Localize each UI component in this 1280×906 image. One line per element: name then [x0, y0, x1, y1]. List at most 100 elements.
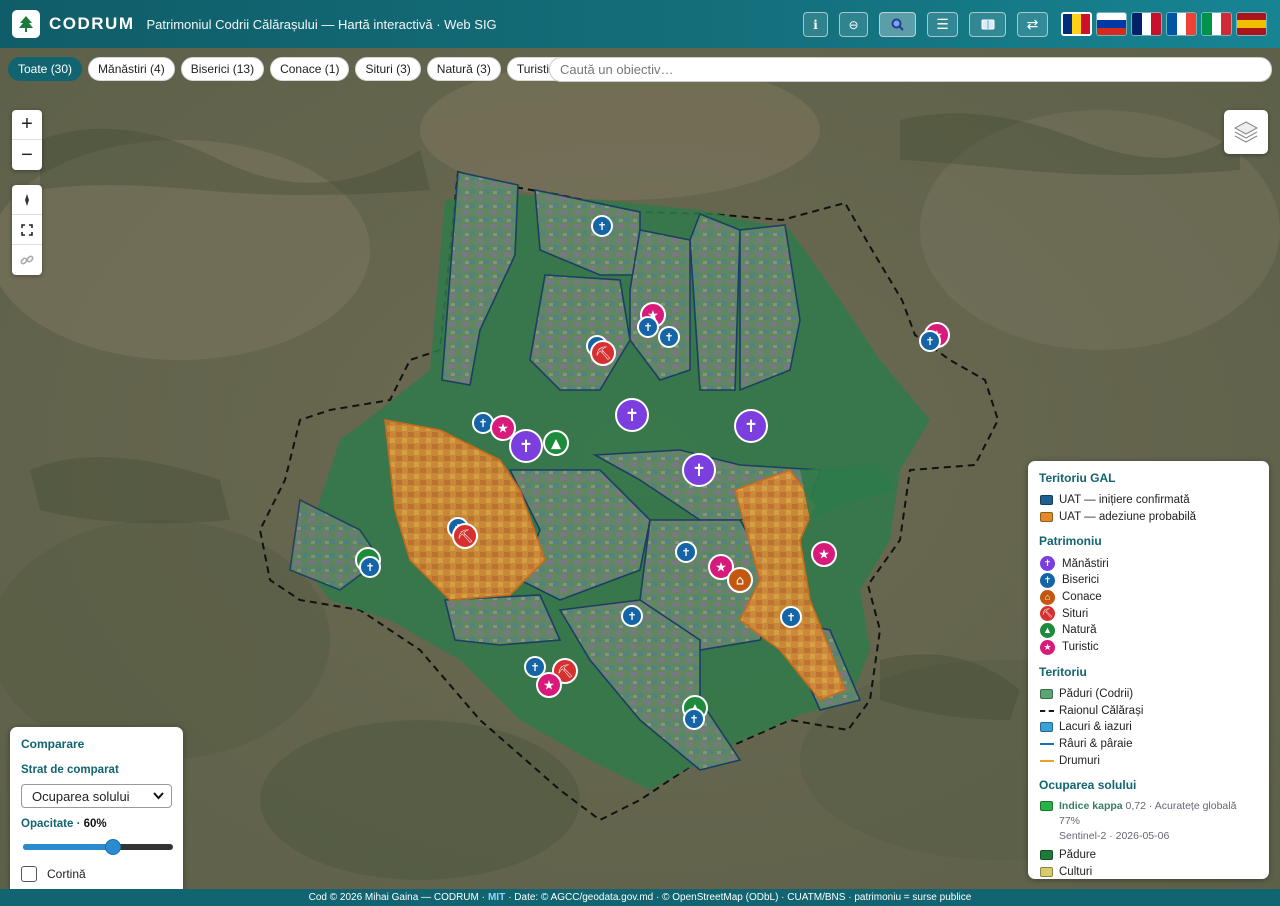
compare-layer-select[interactable]: Ocuparea solului: [21, 784, 172, 808]
svg-text:✝: ✝: [519, 437, 533, 457]
checkbox-box[interactable]: [21, 866, 37, 882]
flag-ru-icon[interactable]: [1096, 12, 1127, 36]
church-marker[interactable]: ✝: [637, 316, 659, 338]
legend-label: Lacuri & iazuri: [1059, 721, 1132, 734]
book-button[interactable]: [969, 12, 1006, 37]
svg-text:✝: ✝: [530, 661, 539, 674]
flag-it-icon[interactable]: [1201, 12, 1232, 36]
manor-marker[interactable]: ⌂: [727, 567, 753, 593]
monastery-marker[interactable]: ✝: [615, 398, 649, 432]
filter-chip[interactable]: Biserici (13): [180, 57, 265, 81]
layers-button[interactable]: [1224, 110, 1268, 154]
legend-label: Turistic: [1062, 641, 1099, 654]
compare-panel: Comparare Strat de comparat Ocuparea sol…: [10, 727, 183, 897]
menu-icon: ☰: [936, 16, 949, 32]
fullscreen-button[interactable]: [12, 215, 42, 245]
tourist-marker[interactable]: ★: [811, 541, 837, 567]
church-marker[interactable]: ✝: [591, 215, 613, 237]
opacity-slider[interactable]: [23, 838, 173, 856]
slider-handle[interactable]: [105, 839, 121, 855]
legend-label: UAT — inițiere confirmată: [1059, 494, 1190, 507]
svg-text:▲: ▲: [551, 437, 561, 452]
site-marker[interactable]: ⛏: [452, 523, 478, 549]
nature-marker[interactable]: ▲: [543, 430, 569, 456]
flag-ro-icon[interactable]: [1061, 12, 1092, 36]
footer-copyright: Cod © 2026 Mihai Gaina — CODRUM ·: [308, 892, 485, 903]
svg-text:✝: ✝: [689, 713, 698, 726]
svg-text:✝: ✝: [597, 220, 606, 233]
church-marker[interactable]: ✝: [683, 708, 705, 730]
link-icon: [20, 255, 34, 265]
filter-chip[interactable]: Situri (3): [355, 57, 421, 81]
fullscreen-icon: [21, 223, 33, 236]
svg-text:✝: ✝: [692, 461, 706, 481]
svg-text:✝: ✝: [681, 546, 690, 559]
church-marker[interactable]: ✝: [524, 656, 546, 678]
flag-es-icon[interactable]: [1236, 12, 1267, 36]
church-marker[interactable]: ✝: [621, 605, 643, 627]
tourist-marker[interactable]: ★: [490, 415, 516, 441]
site-marker[interactable]: ⛏: [590, 340, 616, 366]
menu-button[interactable]: ☰: [927, 12, 958, 37]
church-marker[interactable]: ✝: [359, 556, 381, 578]
filter-chip[interactable]: Toate (30): [8, 57, 83, 81]
book-icon: [981, 19, 994, 30]
legend-item: ✝ Mănăstiri: [1040, 555, 1258, 572]
swap-button[interactable]: ⇄: [1017, 12, 1048, 37]
legend-item: Raionul Călărași: [1040, 702, 1258, 719]
church-marker[interactable]: ✝: [780, 606, 802, 628]
church-marker[interactable]: ✝: [675, 541, 697, 563]
svg-text:★: ★: [497, 422, 509, 437]
legend-swatch: [1040, 850, 1053, 861]
legend-gal-title: Teritoriu GAL: [1039, 471, 1116, 485]
tree-icon: ▲: [1040, 622, 1055, 638]
search-input[interactable]: [549, 57, 1272, 82]
locate-icon: [25, 193, 29, 206]
curtain-checkbox[interactable]: Cortină: [21, 866, 172, 882]
legend-swatch: [1040, 688, 1053, 699]
legend-label: Natură: [1062, 624, 1097, 637]
legend-label: Pădure: [1059, 849, 1097, 862]
svg-text:★: ★: [715, 561, 727, 576]
tourist-marker[interactable]: ★: [536, 672, 562, 698]
svg-text:✝: ✝: [925, 335, 934, 348]
search-button[interactable]: [879, 12, 916, 37]
info-button[interactable]: i: [803, 12, 828, 37]
svg-text:✝: ✝: [478, 417, 487, 430]
kappa-source: Sentinel-2 · 2026-05-06: [1059, 829, 1170, 842]
compass-button[interactable]: ⊖: [839, 12, 868, 37]
zoom-in-button[interactable]: +: [12, 110, 42, 140]
uat-polygon[interactable]: [443, 594, 562, 646]
svg-text:✝: ✝: [625, 406, 639, 426]
legend-label: Drumuri: [1059, 754, 1100, 767]
swap-icon: ⇄: [1026, 16, 1039, 32]
church-marker[interactable]: ✝: [658, 326, 680, 348]
curtain-label: Cortină: [47, 867, 86, 881]
compare-title: Comparare: [21, 737, 85, 751]
monastery-marker[interactable]: ✝: [509, 429, 543, 463]
svg-text:★: ★: [818, 548, 830, 563]
filter-chip[interactable]: Conace (1): [270, 57, 350, 81]
zoom-out-button[interactable]: −: [12, 140, 42, 170]
legend-item: Culturi: [1040, 864, 1258, 879]
locate-button[interactable]: [12, 185, 42, 215]
compare-layer-value: Ocuparea solului: [32, 788, 130, 804]
church-marker[interactable]: ✝: [919, 330, 941, 352]
flag-gb-icon[interactable]: [1131, 12, 1162, 36]
church-marker[interactable]: ✝: [472, 412, 494, 434]
chevron-down-icon: [153, 792, 164, 800]
monastery-marker[interactable]: ✝: [734, 409, 768, 443]
legend-swatch: [1040, 512, 1053, 523]
compare-layer-label: Strat de comparat: [21, 764, 119, 776]
filter-chip[interactable]: Mănăstiri (4): [88, 57, 175, 81]
tree-logo-icon: [12, 10, 40, 38]
filter-chip[interactable]: Natură (3): [426, 57, 501, 81]
svg-text:⛏: ⛏: [595, 347, 612, 362]
legend-item: UAT — inițiere confirmată: [1040, 492, 1258, 509]
link-button[interactable]: [12, 245, 42, 275]
monastery-marker[interactable]: ✝: [682, 453, 716, 487]
license-link[interactable]: MIT: [488, 892, 505, 903]
flag-fr-icon[interactable]: [1166, 12, 1197, 36]
uat-polygon[interactable]: [689, 212, 741, 391]
svg-text:✝: ✝: [643, 321, 652, 334]
